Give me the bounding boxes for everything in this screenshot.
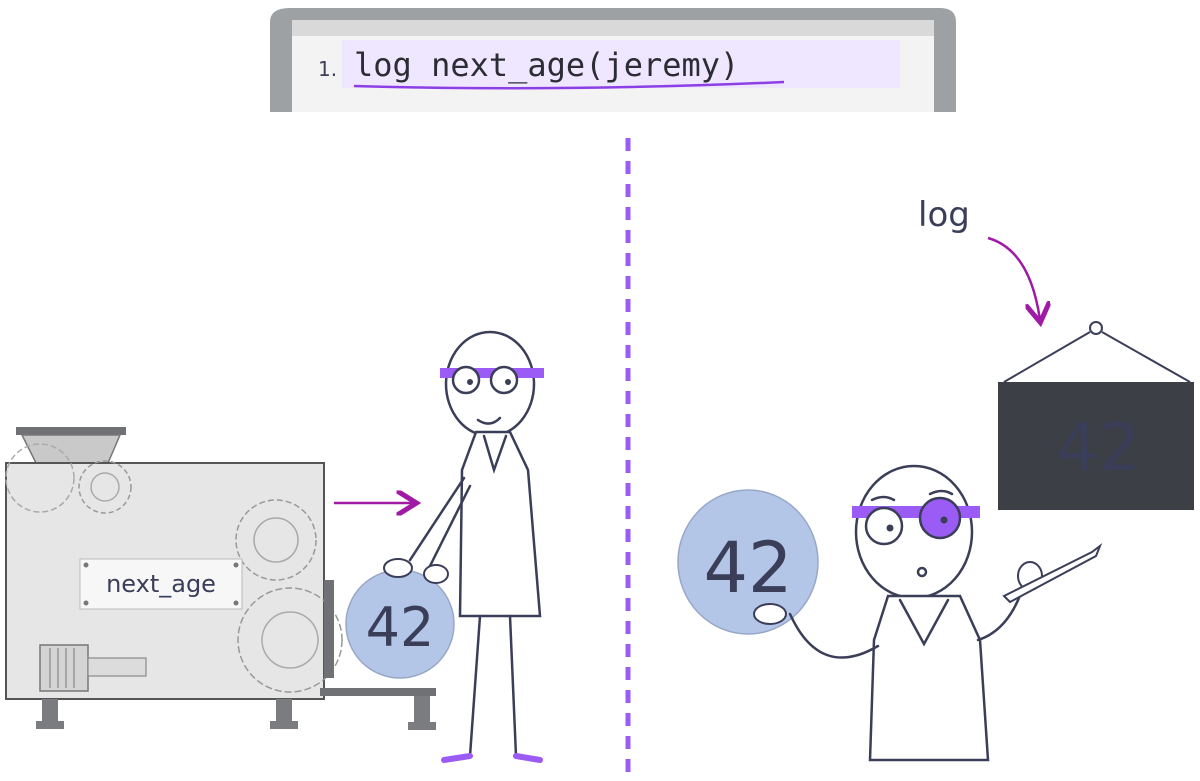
log-label: log (918, 195, 970, 235)
code-panel: 1. log next_age(jeremy) (270, 8, 956, 112)
ball-value: 42 (366, 596, 435, 659)
log-arrow (987, 236, 1040, 320)
line-number: 1. (318, 57, 337, 81)
machine-label: next_age (106, 570, 216, 598)
output-board: 42 (998, 321, 1194, 510)
illustration-canvas: 1. log next_age(jeremy) next_age 42 log … (5, 8, 1194, 781)
coil-icon (39, 644, 89, 692)
held-ball-value: 42 (703, 527, 792, 609)
board-value: 42 (1056, 409, 1140, 486)
value-ball-left: 42 (345, 569, 455, 679)
code-line: log next_age(jeremy) (354, 46, 739, 84)
value-ball-right: 42 (677, 489, 819, 635)
right-scientist (788, 464, 1026, 762)
